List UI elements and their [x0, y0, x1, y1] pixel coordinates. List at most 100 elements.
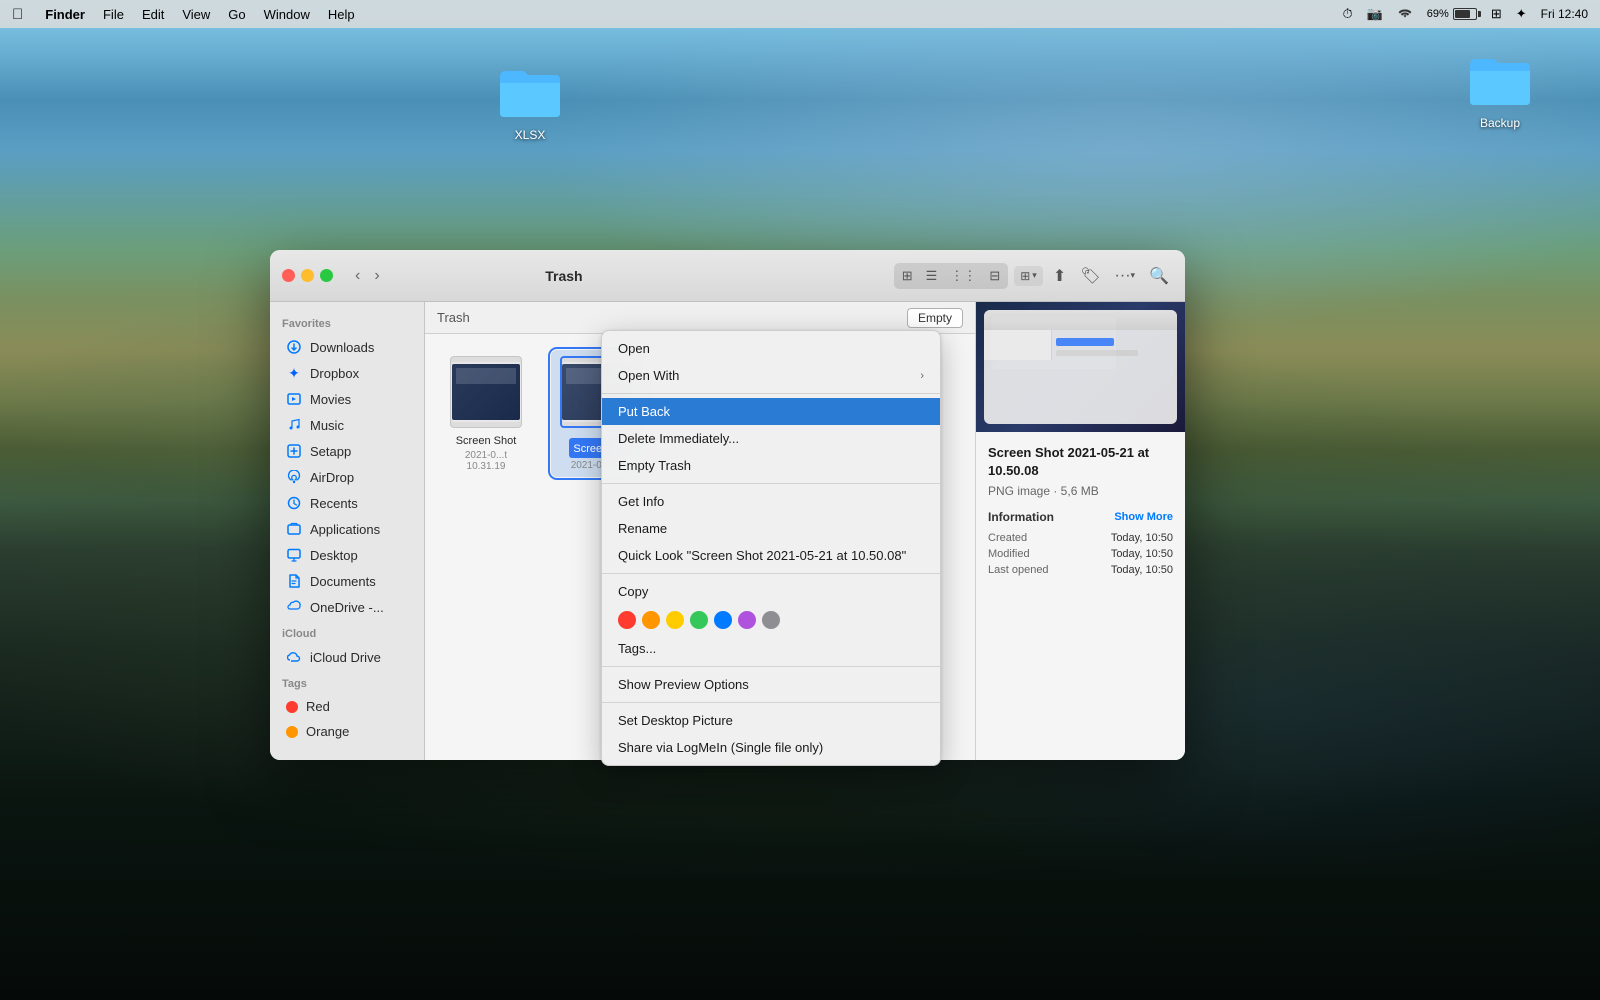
show-more-link[interactable]: Show More	[1114, 511, 1173, 523]
close-button[interactable]	[282, 269, 295, 282]
back-button[interactable]: ‹	[349, 263, 366, 289]
menu-put-back[interactable]: Put Back	[602, 398, 940, 425]
breadcrumb-trash: Trash	[437, 310, 470, 325]
sidebar-item-music[interactable]: Music	[274, 412, 420, 438]
control-center-icon[interactable]: ⊞	[1491, 6, 1502, 22]
backup-folder-label: Backup	[1480, 116, 1520, 130]
apple-menu[interactable]: 	[12, 6, 23, 23]
sidebar-movies-label: Movies	[310, 392, 351, 407]
sidebar-item-airdrop[interactable]: AirDrop	[274, 464, 420, 490]
minimize-button[interactable]	[301, 269, 314, 282]
menu-set-desktop-picture[interactable]: Set Desktop Picture	[602, 707, 940, 734]
tag-gray-circle[interactable]	[762, 611, 780, 629]
sidebar-documents-label: Documents	[310, 574, 376, 589]
gallery-view-btn[interactable]: ⊟	[983, 265, 1006, 287]
screenshot-icon[interactable]: 📷	[1367, 6, 1383, 22]
menu-quick-look[interactable]: Quick Look "Screen Shot 2021-05-21 at 10…	[602, 542, 940, 569]
menu-empty-trash[interactable]: Empty Trash	[602, 452, 940, 479]
tag-orange-circle[interactable]	[642, 611, 660, 629]
window-menu[interactable]: Window	[264, 7, 310, 22]
menu-show-preview-options[interactable]: Show Preview Options	[602, 671, 940, 698]
file-date-1: 2021-0...t 10.31.19	[447, 450, 525, 472]
more-actions-btn[interactable]: ··· ▾	[1111, 263, 1140, 289]
sidebar-setapp-label: Setapp	[310, 444, 351, 459]
downloads-icon	[286, 339, 302, 355]
sidebar-item-tag-orange[interactable]: Orange	[274, 719, 420, 744]
tag-button[interactable]: 🏷	[1076, 262, 1104, 290]
created-key: Created	[988, 532, 1027, 544]
information-label: Information	[988, 510, 1054, 524]
created-row: Created Today, 10:50	[988, 532, 1173, 544]
share-button[interactable]: ⬆	[1049, 262, 1070, 290]
sidebar-item-recents[interactable]: Recents	[274, 490, 420, 516]
menubar:  Finder File Edit View Go Window Help ⏱…	[0, 0, 1600, 28]
thumbnail-sim-1	[451, 362, 521, 422]
xlsx-folder-icon[interactable]: XLSX	[490, 60, 570, 142]
timer-icon[interactable]: ⏱	[1342, 6, 1352, 22]
view-options-icon: ⊞	[1020, 269, 1030, 283]
edit-menu[interactable]: Edit	[142, 7, 164, 22]
red-tag-dot	[286, 701, 298, 713]
sidebar-item-dropbox[interactable]: ✦ Dropbox	[274, 360, 420, 386]
list-view-btn[interactable]: ☰	[920, 265, 944, 287]
context-menu: Open Open With › Put Back Delete Immedia…	[601, 330, 941, 766]
preview-info-section: Information Show More	[988, 510, 1173, 524]
menu-get-info[interactable]: Get Info	[602, 488, 940, 515]
menu-delete-immediately[interactable]: Delete Immediately...	[602, 425, 940, 452]
icon-view-btn[interactable]: ⊞	[896, 265, 919, 287]
menu-open-with[interactable]: Open With ›	[602, 362, 940, 389]
sidebar-item-setapp[interactable]: Setapp	[274, 438, 420, 464]
preview-image-container	[976, 302, 1185, 432]
tag-purple-circle[interactable]	[738, 611, 756, 629]
sidebar-tag-red-label: Red	[306, 699, 330, 714]
file-item-screenshot1[interactable]: Screen Shot 2021-0...t 10.31.19	[441, 350, 531, 478]
wifi-icon[interactable]	[1397, 7, 1413, 22]
sidebar-item-onedrive[interactable]: OneDrive -...	[274, 594, 420, 620]
menu-open[interactable]: Open	[602, 335, 940, 362]
menu-copy[interactable]: Copy	[602, 578, 940, 605]
sidebar-item-movies[interactable]: Movies	[274, 386, 420, 412]
modified-key: Modified	[988, 548, 1030, 560]
dropbox-icon[interactable]: ✦	[1516, 6, 1527, 22]
menu-rename[interactable]: Rename	[602, 515, 940, 542]
tag-red-circle[interactable]	[618, 611, 636, 629]
tag-green-circle[interactable]	[690, 611, 708, 629]
maximize-button[interactable]	[320, 269, 333, 282]
preview-thumbnail	[976, 302, 1185, 432]
sidebar-airdrop-label: AirDrop	[310, 470, 354, 485]
view-toggles: ⊞ ☰ ⋮⋮ ⊟	[894, 263, 1008, 289]
sidebar-item-downloads[interactable]: Downloads	[274, 334, 420, 360]
sidebar-item-documents[interactable]: Documents	[274, 568, 420, 594]
sidebar-item-applications[interactable]: Applications	[274, 516, 420, 542]
forward-button[interactable]: ›	[368, 263, 385, 289]
battery-indicator[interactable]: 69%	[1427, 8, 1477, 20]
preview-panel: Screen Shot 2021-05-21 at 10.50.08 PNG i…	[975, 302, 1185, 760]
view-menu[interactable]: View	[182, 7, 210, 22]
view-options-btn[interactable]: ⊞ ▾	[1014, 266, 1043, 286]
tags-label: Tags	[270, 670, 424, 694]
tag-blue-circle[interactable]	[714, 611, 732, 629]
thumb-inner-1	[452, 364, 520, 420]
help-menu[interactable]: Help	[328, 7, 355, 22]
tag-yellow-circle[interactable]	[666, 611, 684, 629]
empty-trash-button[interactable]: Empty	[907, 308, 963, 328]
xlsx-folder-label: XLSX	[515, 128, 546, 142]
sidebar-dropbox-label: Dropbox	[310, 366, 359, 381]
go-menu[interactable]: Go	[228, 7, 245, 22]
search-button[interactable]: 🔍	[1145, 262, 1173, 290]
menu-share-logmein[interactable]: Share via LogMeIn (Single file only)	[602, 734, 940, 761]
documents-icon	[286, 573, 302, 589]
file-menu[interactable]: File	[103, 7, 124, 22]
finder-menu[interactable]: Finder	[45, 7, 85, 22]
view-options-chevron: ▾	[1032, 270, 1037, 281]
menu-tags[interactable]: Tags...	[602, 635, 940, 662]
sidebar-item-icloud-drive[interactable]: iCloud Drive	[274, 644, 420, 670]
sidebar-item-desktop[interactable]: Desktop	[274, 542, 420, 568]
column-view-btn[interactable]: ⋮⋮	[944, 265, 982, 287]
open-with-arrow: ›	[920, 370, 924, 382]
backup-folder-icon[interactable]: Backup	[1460, 48, 1540, 130]
applications-icon	[286, 521, 302, 537]
setapp-icon	[286, 443, 302, 459]
sidebar-applications-label: Applications	[310, 522, 380, 537]
sidebar-item-tag-red[interactable]: Red	[274, 694, 420, 719]
